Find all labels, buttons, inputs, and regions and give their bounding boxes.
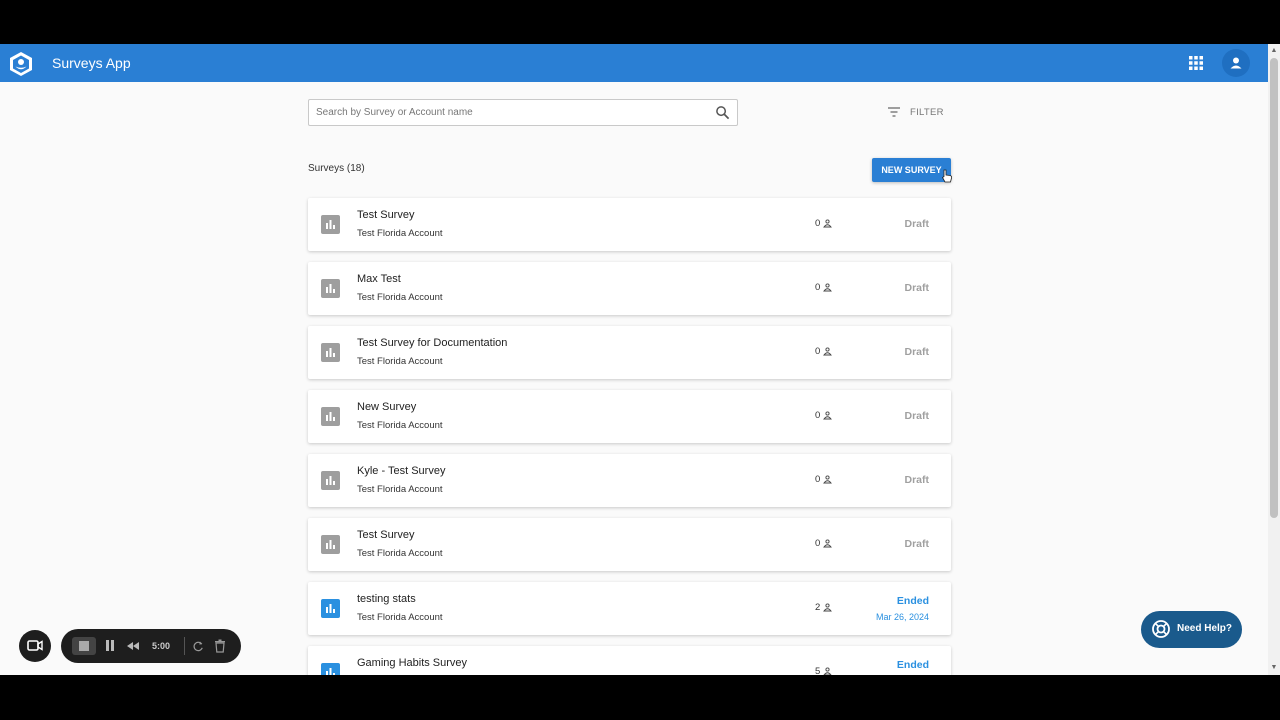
response-count: 5	[815, 666, 832, 675]
survey-title: Test Survey	[357, 209, 415, 221]
need-help-button[interactable]: Need Help?	[1141, 611, 1242, 648]
pause-icon[interactable]	[105, 640, 115, 652]
bar-chart-icon	[321, 215, 340, 234]
search-box	[308, 99, 738, 126]
recording-timer: 5:00	[152, 641, 171, 651]
hand-cursor-icon	[941, 169, 952, 183]
app-title: Surveys App	[52, 55, 131, 71]
survey-status: Draft	[904, 218, 929, 230]
video-camera-icon	[27, 640, 43, 651]
top-app-bar: Surveys App	[0, 44, 1268, 82]
response-count-value: 0	[815, 538, 821, 549]
bar-chart-icon	[321, 663, 340, 675]
survey-title: Kyle - Test Survey	[357, 465, 446, 477]
survey-card[interactable]: Test Survey Test Florida Account 0 Draft	[308, 518, 951, 571]
response-count: 0	[815, 474, 833, 485]
survey-card[interactable]: Test Survey Test Florida Account 0 Draft	[308, 198, 951, 251]
response-count: 0	[815, 410, 833, 421]
survey-status: Draft	[904, 346, 929, 358]
response-count-value: 0	[815, 474, 821, 485]
bar-chart-icon	[321, 535, 340, 554]
search-icon[interactable]	[715, 105, 730, 120]
surveys-count: Surveys (18)	[308, 163, 365, 174]
survey-status: Draft	[904, 410, 929, 422]
survey-title: Test Survey	[357, 529, 415, 541]
filter-label: FILTER	[910, 106, 944, 118]
bar-chart-icon	[321, 599, 340, 618]
response-count-value: 0	[815, 282, 821, 293]
respondent-icon	[823, 283, 833, 292]
response-count: 2	[815, 602, 833, 613]
search-input[interactable]	[309, 100, 709, 125]
respondent-icon	[823, 603, 833, 612]
app-screen: Surveys App ▲ ▼ FILTER	[0, 44, 1280, 675]
scroll-down-arrow-icon[interactable]: ▼	[1270, 664, 1278, 672]
survey-title: New Survey	[357, 401, 417, 413]
bar-chart-icon	[321, 343, 340, 362]
survey-card[interactable]: Gaming Habits Survey 5 Ended	[308, 646, 951, 675]
survey-card[interactable]: New Survey Test Florida Account 0 Draft	[308, 390, 951, 443]
response-count-value: 0	[815, 346, 821, 357]
response-count-value: 0	[815, 410, 821, 421]
survey-title: Max Test	[357, 273, 401, 285]
bar-chart-icon	[321, 407, 340, 426]
response-count-value: 2	[815, 602, 821, 613]
survey-account: Test Florida Account	[357, 356, 443, 367]
app-logo-icon[interactable]	[8, 51, 34, 77]
survey-card[interactable]: Kyle - Test Survey Test Florida Account 0 D…	[308, 454, 951, 507]
survey-account: Test Florida Account	[357, 228, 443, 239]
user-icon	[1230, 57, 1242, 69]
stop-recording-button[interactable]	[72, 637, 96, 655]
response-count: 0	[815, 218, 833, 229]
recorder-divider	[184, 637, 185, 655]
survey-card[interactable]: testing stats Test Florida Account 2 Ended M…	[308, 582, 951, 635]
filter-button[interactable]: FILTER	[886, 102, 944, 122]
survey-account: Test Florida Account	[357, 292, 443, 303]
response-count: 0	[815, 538, 833, 549]
survey-account: Test Florida Account	[357, 548, 443, 559]
survey-account: Test Florida Account	[357, 420, 443, 431]
response-count: 0	[815, 282, 833, 293]
rewind-icon[interactable]	[126, 639, 140, 653]
account-button[interactable]	[1222, 49, 1250, 77]
lifebuoy-icon	[1152, 620, 1170, 638]
survey-title: Gaming Habits Survey	[357, 657, 468, 669]
trash-icon[interactable]	[214, 639, 226, 653]
response-count-value: 0	[815, 218, 821, 229]
respondent-icon	[823, 475, 833, 484]
survey-status: Ended	[896, 595, 929, 607]
survey-end-date: Mar 26, 2024	[875, 612, 929, 622]
response-count: 0	[815, 346, 833, 357]
recorder-toolbar: 5:00	[61, 629, 241, 663]
respondent-icon	[823, 347, 833, 356]
survey-card[interactable]: Test Survey for Documentation Test Florid…	[308, 326, 951, 379]
restart-icon[interactable]	[192, 639, 205, 653]
survey-status: Draft	[904, 538, 929, 550]
recorder-camera-button[interactable]	[19, 630, 51, 662]
survey-card[interactable]: Max Test Test Florida Account 0 Draft	[308, 262, 951, 315]
survey-title: testing stats	[357, 593, 416, 605]
response-count-value: 5	[815, 666, 821, 675]
respondent-icon	[823, 539, 833, 548]
need-help-label: Need Help?	[1177, 623, 1233, 634]
survey-account: Test Florida Account	[357, 612, 443, 623]
page-scrollbar[interactable]: ▲ ▼	[1268, 44, 1280, 675]
survey-list: Test Survey Test Florida Account 0 Draft Max…	[308, 198, 951, 675]
bar-chart-icon	[321, 279, 340, 298]
filter-icon	[888, 107, 900, 117]
survey-status: Ended	[896, 659, 929, 671]
respondent-icon	[823, 411, 833, 420]
survey-status: Draft	[904, 282, 929, 294]
respondent-icon	[823, 667, 832, 675]
scroll-thumb[interactable]	[1270, 58, 1278, 518]
bar-chart-icon	[321, 471, 340, 490]
apps-grid-icon[interactable]	[1189, 56, 1203, 70]
survey-account: Test Florida Account	[357, 484, 443, 495]
new-survey-button[interactable]: NEW SURVEY	[872, 158, 951, 182]
respondent-icon	[823, 219, 833, 228]
survey-title: Test Survey for Documentation	[357, 337, 508, 349]
survey-status: Draft	[904, 474, 929, 486]
scroll-up-arrow-icon[interactable]: ▲	[1270, 47, 1278, 55]
